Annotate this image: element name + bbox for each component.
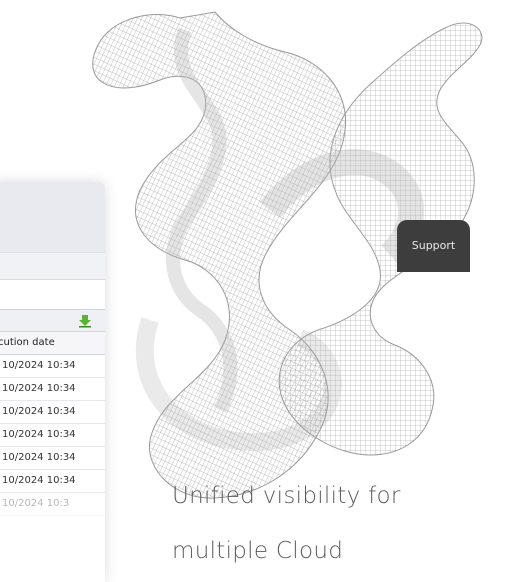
app-header [0,182,105,252]
table-row[interactable]: 10/2024 10:34 [0,424,105,447]
app-tab-bar [0,252,105,280]
column-header-execution-date[interactable]: cution date [0,332,105,355]
hero-headline-line1: Unified visibility for [172,483,401,509]
app-window-preview: cution date 10/2024 10:34 10/2024 10:34 … [0,182,105,582]
table-row[interactable]: 10/2024 10:3 [0,493,105,516]
hero-headline: Unified visibility for multiple Cloud [172,469,512,579]
execution-table: cution date 10/2024 10:34 10/2024 10:34 … [0,309,105,516]
table-row[interactable]: 10/2024 10:34 [0,470,105,493]
table-row[interactable]: 10/2024 10:34 [0,378,105,401]
table-row[interactable]: 10/2024 10:34 [0,355,105,378]
support-tab[interactable]: Support [397,220,470,272]
hero-headline-line2: multiple Cloud [172,538,344,564]
download-icon[interactable] [78,314,92,328]
table-row[interactable]: 10/2024 10:34 [0,447,105,470]
table-row[interactable]: 10/2024 10:34 [0,401,105,424]
table-toolbar [0,310,105,332]
